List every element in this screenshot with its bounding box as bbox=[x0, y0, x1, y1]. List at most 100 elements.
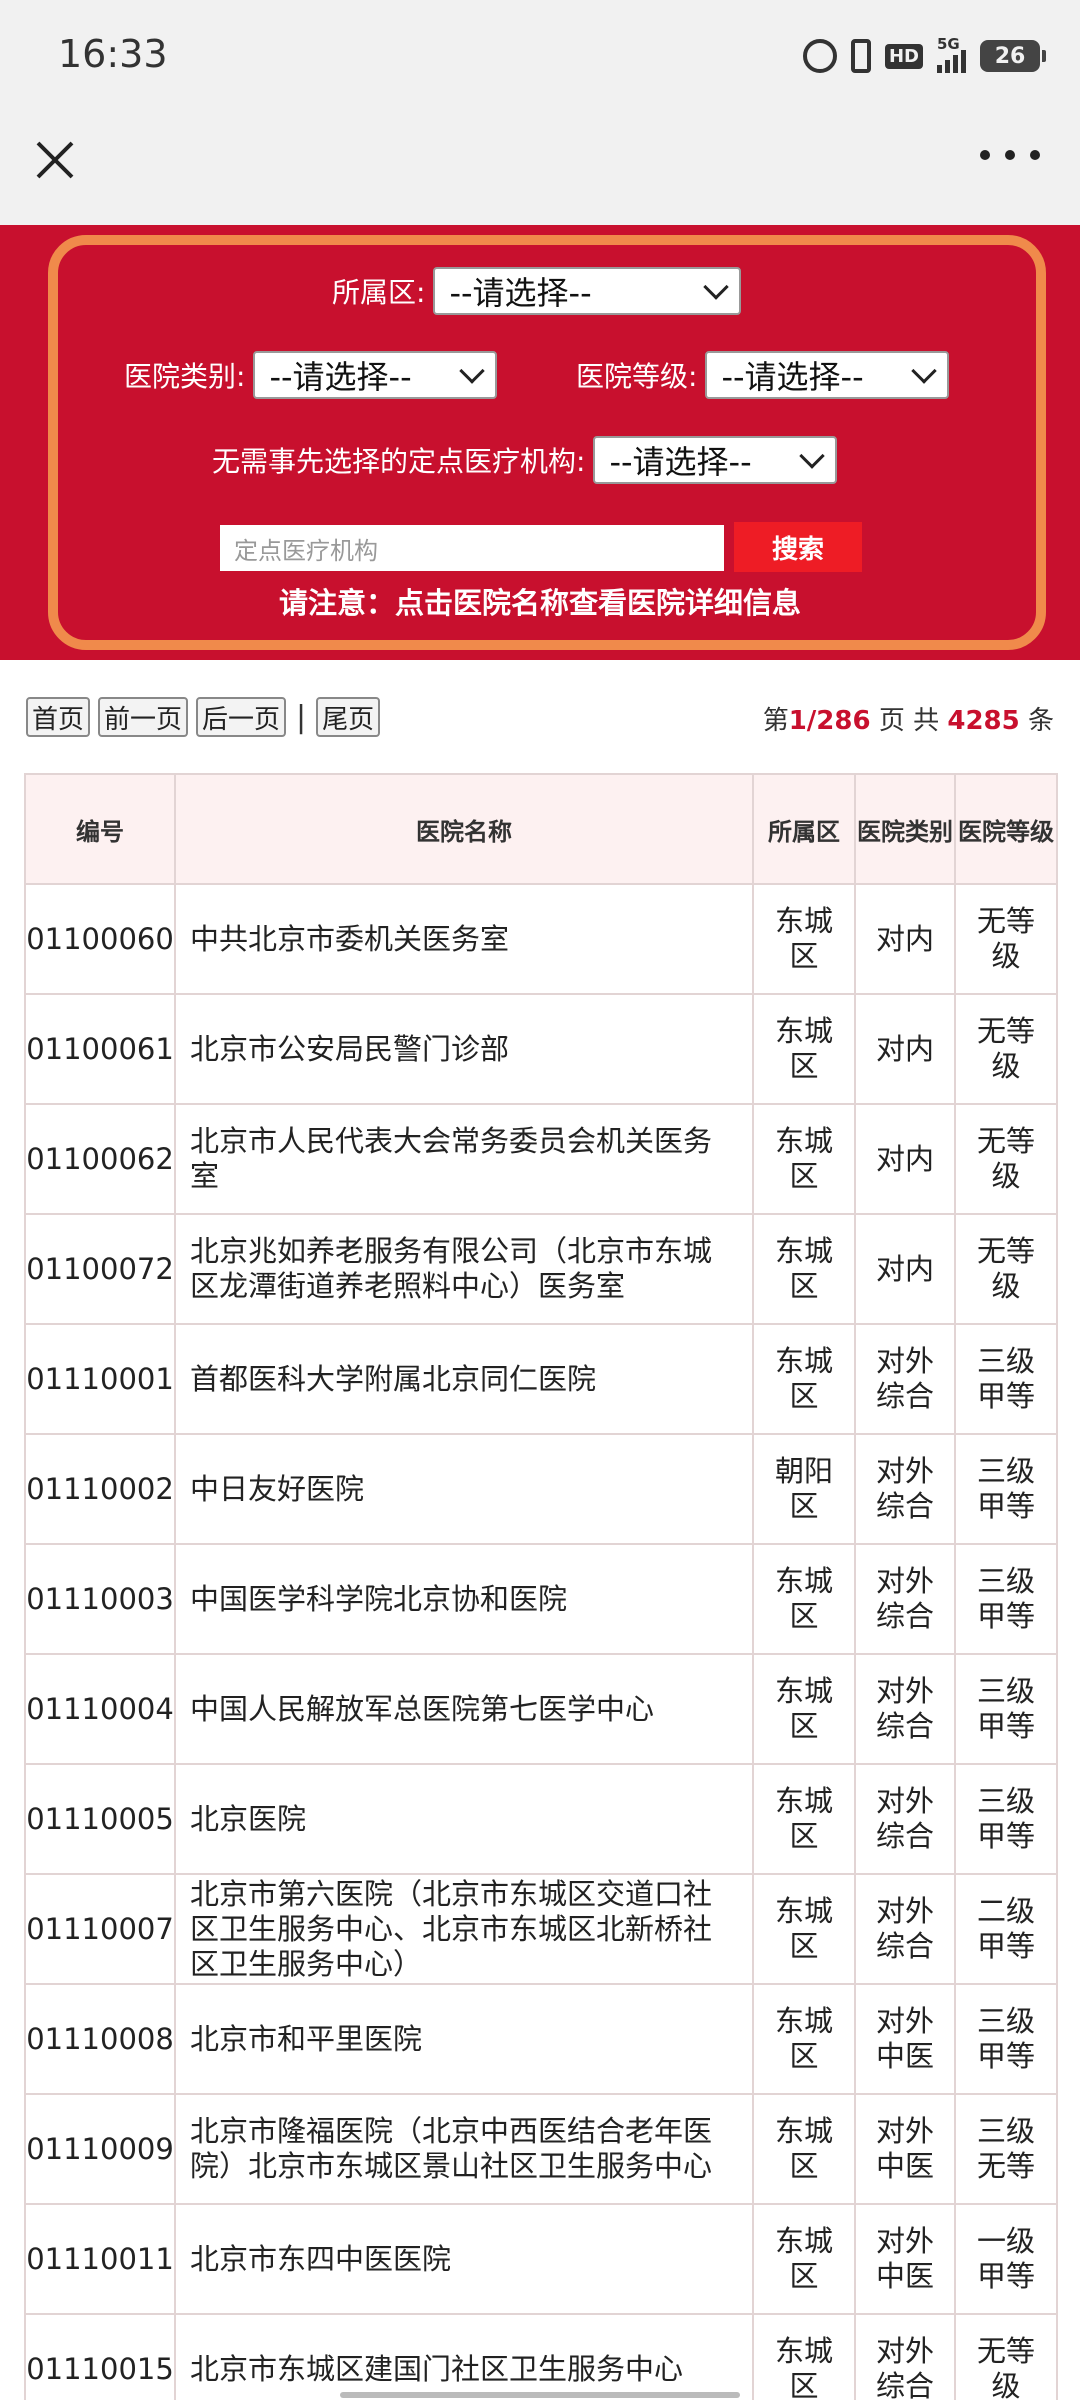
cell-hospital-name[interactable]: 北京市第六医院（北京市东城区交道口社区卫生服务中心、北京市东城区北新桥社区卫生服… bbox=[174, 1873, 754, 1985]
close-icon[interactable] bbox=[30, 135, 80, 185]
first-page-button[interactable]: 首页 bbox=[26, 697, 91, 737]
cell-category: 对外综合 bbox=[854, 2313, 956, 2400]
cell-category: 对外中医 bbox=[854, 2093, 956, 2205]
cell-category: 对外综合 bbox=[854, 1543, 956, 1655]
table-row: 01110005 北京医院 东城区 对外综合 三级甲等 bbox=[24, 1763, 1058, 1875]
search-input[interactable]: 定点医疗机构 bbox=[220, 525, 724, 571]
table-row: 01110003 中国医学科学院北京协和医院 东城区 对外综合 三级甲等 bbox=[24, 1543, 1058, 1655]
cell-id: 01110001 bbox=[24, 1323, 176, 1435]
district-filter-row: 所属区: --请选择-- bbox=[332, 267, 742, 315]
cell-hospital-name[interactable]: 中共北京市委机关医务室 bbox=[174, 883, 754, 995]
cell-id: 01110011 bbox=[24, 2203, 176, 2315]
cell-hospital-name[interactable]: 北京市人民代表大会常务委员会机关医务室 bbox=[174, 1103, 754, 1215]
table-row: 01100072 北京兆如养老服务有限公司（北京市东城区龙潭街道养老照料中心）医务… bbox=[24, 1213, 1058, 1325]
more-icon[interactable] bbox=[980, 145, 1040, 165]
cell-category: 对内 bbox=[854, 883, 956, 995]
cell-district: 东城区 bbox=[752, 1763, 856, 1875]
cell-hospital-name[interactable]: 北京市隆福医院（北京中西医结合老年医院）北京市东城区景山社区卫生服务中心 bbox=[174, 2093, 754, 2205]
status-time: 16:33 bbox=[58, 32, 168, 76]
status-icons: HD 5G 26 bbox=[802, 35, 1046, 76]
header-name: 医院名称 bbox=[174, 773, 754, 885]
total-suffix: 条 bbox=[1019, 706, 1054, 736]
last-page-button[interactable]: 尾页 bbox=[316, 697, 381, 737]
top-nav bbox=[0, 115, 1080, 225]
cell-level: 三级甲等 bbox=[954, 1433, 1058, 1545]
district-select[interactable]: --请选择-- bbox=[433, 267, 742, 315]
cell-district: 东城区 bbox=[752, 1543, 856, 1655]
cell-hospital-name[interactable]: 北京市公安局民警门诊部 bbox=[174, 993, 754, 1105]
cell-id: 01100060 bbox=[24, 883, 176, 995]
cell-hospital-name[interactable]: 北京市东四中医医院 bbox=[174, 2203, 754, 2315]
designated-label: 无需事先选择的定点医疗机构: bbox=[212, 445, 586, 478]
header-level: 医院等级 bbox=[954, 773, 1058, 885]
cell-category: 对外综合 bbox=[854, 1763, 956, 1875]
chevron-down-icon bbox=[799, 443, 826, 469]
cell-district: 东城区 bbox=[752, 993, 856, 1105]
cell-category: 对内 bbox=[854, 1103, 956, 1215]
cell-hospital-name[interactable]: 北京医院 bbox=[174, 1763, 754, 1875]
search-button[interactable]: 搜索 bbox=[734, 522, 862, 572]
cell-id: 01110009 bbox=[24, 2093, 176, 2205]
chevron-down-icon bbox=[459, 358, 486, 384]
battery-icon: 26 bbox=[980, 40, 1046, 72]
hospital-table: 编号 医院名称 所属区 医院类别 医院等级 01100060 中共北京市委机关医务… bbox=[24, 773, 1058, 2400]
chevron-down-icon bbox=[703, 274, 730, 300]
cell-category: 对外综合 bbox=[854, 1433, 956, 1545]
cell-hospital-name[interactable]: 中国医学科学院北京协和医院 bbox=[174, 1543, 754, 1655]
cell-district: 东城区 bbox=[752, 2313, 856, 2400]
cell-district: 东城区 bbox=[752, 1653, 856, 1765]
cell-hospital-name[interactable]: 首都医科大学附属北京同仁医院 bbox=[174, 1323, 754, 1435]
level-select[interactable]: --请选择-- bbox=[705, 351, 950, 399]
header-id: 编号 bbox=[24, 773, 176, 885]
cell-id: 01100061 bbox=[24, 993, 176, 1105]
cell-id: 01110004 bbox=[24, 1653, 176, 1765]
cell-id: 01110003 bbox=[24, 1543, 176, 1655]
cell-category: 对外综合 bbox=[854, 1323, 956, 1435]
table-header-row: 编号 医院名称 所属区 医院类别 医院等级 bbox=[24, 773, 1058, 885]
cell-hospital-name[interactable]: 北京兆如养老服务有限公司（北京市东城区龙潭街道养老照料中心）医务室 bbox=[174, 1213, 754, 1325]
cell-district: 东城区 bbox=[752, 1103, 856, 1215]
cell-id: 01100072 bbox=[24, 1213, 176, 1325]
level-label: 医院等级: bbox=[576, 360, 698, 393]
pager-divider: | bbox=[296, 699, 307, 735]
cell-hospital-name[interactable]: 中国人民解放军总医院第七医学中心 bbox=[174, 1653, 754, 1765]
designated-select[interactable]: --请选择-- bbox=[593, 436, 838, 484]
home-indicator[interactable] bbox=[340, 2392, 740, 2398]
cell-level: 三级无等 bbox=[954, 2093, 1058, 2205]
cell-id: 01110015 bbox=[24, 2313, 176, 2400]
cell-id: 01110007 bbox=[24, 1873, 176, 1985]
cell-category: 对内 bbox=[854, 993, 956, 1105]
table-row: 01110004 中国人民解放军总医院第七医学中心 东城区 对外综合 三级甲等 bbox=[24, 1653, 1058, 1765]
cell-level: 无等级 bbox=[954, 993, 1058, 1105]
table-row: 01110007 北京市第六医院（北京市东城区交道口社区卫生服务中心、北京市东城区… bbox=[24, 1873, 1058, 1985]
network-type-label: 5G bbox=[937, 35, 960, 53]
category-filter-row: 医院类别: --请选择-- bbox=[124, 351, 498, 399]
notice-text: 请注意：点击医院名称查看医院详细信息 bbox=[278, 586, 801, 620]
category-label: 医院类别: bbox=[124, 360, 246, 393]
cell-hospital-name[interactable]: 北京市和平里医院 bbox=[174, 1983, 754, 2095]
cell-hospital-name[interactable]: 中日友好医院 bbox=[174, 1433, 754, 1545]
cell-district: 东城区 bbox=[752, 1873, 856, 1985]
cell-level: 三级甲等 bbox=[954, 1323, 1058, 1435]
page-prefix: 第 bbox=[762, 706, 789, 736]
signal-5g-icon: 5G bbox=[937, 35, 966, 73]
table-row: 01110015 北京市东城区建国门社区卫生服务中心 东城区 对外综合 无等级 bbox=[24, 2313, 1058, 2400]
prev-page-button[interactable]: 前一页 bbox=[98, 697, 189, 737]
cell-category: 对外中医 bbox=[854, 2203, 956, 2315]
cell-id: 01110008 bbox=[24, 1983, 176, 2095]
cell-category: 对外中医 bbox=[854, 1983, 956, 2095]
cell-district: 东城区 bbox=[752, 2093, 856, 2205]
next-page-button[interactable]: 后一页 bbox=[196, 697, 287, 737]
header-district: 所属区 bbox=[752, 773, 856, 885]
district-label: 所属区: bbox=[332, 276, 426, 309]
cell-level: 二级甲等 bbox=[954, 1873, 1058, 1985]
cell-level: 无等级 bbox=[954, 2313, 1058, 2400]
cell-level: 三级甲等 bbox=[954, 1543, 1058, 1655]
header-category: 医院类别 bbox=[854, 773, 956, 885]
cell-level: 无等级 bbox=[954, 1213, 1058, 1325]
cell-hospital-name[interactable]: 北京市东城区建国门社区卫生服务中心 bbox=[174, 2313, 754, 2400]
table-row: 01110009 北京市隆福医院（北京中西医结合老年医院）北京市东城区景山社区卫生… bbox=[24, 2093, 1058, 2205]
cell-district: 东城区 bbox=[752, 1983, 856, 2095]
category-select[interactable]: --请选择-- bbox=[253, 351, 498, 399]
cell-level: 无等级 bbox=[954, 1103, 1058, 1215]
